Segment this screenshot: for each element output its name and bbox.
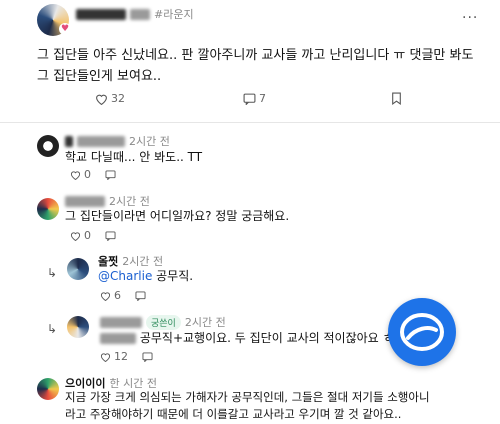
heart-icon bbox=[96, 94, 107, 105]
post-body: 그 집단들 아주 신났네요.. 판 깔아주니까 교사들 까고 난리입니다 ㅠ 댓… bbox=[37, 48, 474, 84]
commenter-avatar[interactable] bbox=[67, 258, 89, 280]
author-community-tag: #라운지 bbox=[154, 8, 194, 21]
heart-icon bbox=[100, 291, 111, 301]
comment-icon bbox=[142, 351, 153, 362]
like-button[interactable]: 32 bbox=[95, 92, 125, 105]
comment-time: 2시간 전 bbox=[184, 316, 226, 329]
post-author-row[interactable]: #라운지 bbox=[76, 6, 194, 22]
commenter-name-redacted bbox=[65, 195, 105, 207]
commenter-avatar[interactable] bbox=[67, 316, 89, 338]
comment-actions: 0 bbox=[70, 168, 116, 181]
section-divider bbox=[0, 122, 500, 123]
comment-like-count: 0 bbox=[84, 168, 91, 181]
comment-actions: 6 bbox=[100, 289, 146, 302]
comment-like-button[interactable]: 0 bbox=[70, 168, 91, 181]
comment-icon bbox=[105, 230, 116, 241]
comment-reply-button[interactable] bbox=[105, 169, 116, 180]
comment-time: 2시간 전 bbox=[129, 135, 170, 148]
comment-reply-button[interactable] bbox=[135, 290, 146, 301]
heart-icon bbox=[70, 170, 81, 180]
write-fab-icon bbox=[400, 313, 444, 351]
commenter-row: 궁쓴이 2시간 전 bbox=[100, 314, 226, 330]
post-card: ♥ #라운지 ··· 그 집단들 아주 신났네요.. 판 깔아주니까 교사들 까… bbox=[0, 0, 500, 120]
bookmark-icon bbox=[392, 92, 401, 105]
comment-like-count: 6 bbox=[114, 289, 121, 302]
comment-text: 학교 다닐때... 안 봐도.. TT bbox=[65, 150, 203, 164]
heart-icon bbox=[100, 352, 111, 362]
comment-text: @Charlie 공무직. bbox=[98, 267, 193, 285]
mention-redacted bbox=[100, 333, 136, 344]
comment-actions: 0 bbox=[70, 229, 116, 242]
comment-button[interactable]: 7 bbox=[243, 92, 266, 105]
bookmark-button[interactable] bbox=[391, 92, 402, 105]
like-count: 32 bbox=[111, 92, 125, 105]
comment-body: 공무직+교행이요. 두 집단이 교사의 적이잖아요 ㅎ bbox=[139, 331, 394, 345]
commenter-name-redacted bbox=[100, 316, 142, 328]
reply-arrow-icon: ↳ bbox=[47, 322, 58, 336]
comment-like-count: 0 bbox=[84, 229, 91, 242]
comment-text-line-2: 라고 주장해야하기 때문에 더 이를갈고 교사라고 우기며 깔 것 같아요.. bbox=[65, 407, 402, 421]
commenter-name-redacted bbox=[65, 135, 73, 147]
commenter-avatar[interactable] bbox=[37, 135, 59, 157]
author-badge: 궁쓴이 bbox=[146, 314, 181, 330]
commenter-meta-redacted bbox=[77, 135, 125, 147]
comment-like-button[interactable]: 6 bbox=[100, 289, 121, 302]
write-fab-button[interactable] bbox=[388, 298, 456, 366]
comment-body: 공무직. bbox=[152, 269, 194, 283]
commenter-avatar[interactable] bbox=[37, 378, 59, 400]
comment-text: 공무직+교행이요. 두 집단이 교사의 적이잖아요 ㅎ bbox=[100, 329, 394, 347]
avatar-heart-icon: ♥ bbox=[59, 23, 71, 35]
post-action-bar: 32 7 bbox=[0, 92, 500, 110]
commenter-avatar[interactable] bbox=[37, 198, 59, 220]
commenter-row: 2시간 전 bbox=[65, 133, 170, 149]
author-meta-redacted bbox=[130, 8, 150, 20]
comment-icon bbox=[135, 290, 146, 301]
comment-reply-button[interactable] bbox=[142, 351, 153, 362]
comment-icon bbox=[105, 169, 116, 180]
comment-item: 2시간 전 그 집단들이라면 어디일까요? 정말 궁금해요. 0 bbox=[0, 190, 500, 242]
comment-text-line-1: 지금 가장 크게 의심되는 가해자가 공무직인데, 그들은 절대 저기들 소행아… bbox=[65, 390, 430, 404]
mention-link[interactable]: @Charlie bbox=[98, 269, 152, 283]
comment-count: 7 bbox=[259, 92, 266, 105]
author-name-redacted bbox=[76, 8, 126, 20]
comment-item: 2시간 전 학교 다닐때... 안 봐도.. TT 0 bbox=[0, 130, 500, 181]
comment-icon bbox=[243, 93, 256, 105]
comment-like-button[interactable]: 12 bbox=[100, 350, 128, 363]
more-options-button[interactable]: ··· bbox=[462, 10, 478, 26]
comment-reply-button[interactable] bbox=[105, 230, 116, 241]
comment-like-button[interactable]: 0 bbox=[70, 229, 91, 242]
comment-text: 그 집단들이라면 어디일까요? 정말 궁금해요. bbox=[65, 209, 290, 223]
heart-icon bbox=[70, 231, 81, 241]
comment-actions: 12 bbox=[100, 350, 153, 363]
comment-like-count: 12 bbox=[114, 350, 128, 363]
reply-arrow-icon: ↳ bbox=[47, 266, 58, 280]
comment-item: 으이이이 한 시간 전 지금 가장 크게 의심되는 가해자가 공무직인데, 그들… bbox=[0, 372, 500, 424]
